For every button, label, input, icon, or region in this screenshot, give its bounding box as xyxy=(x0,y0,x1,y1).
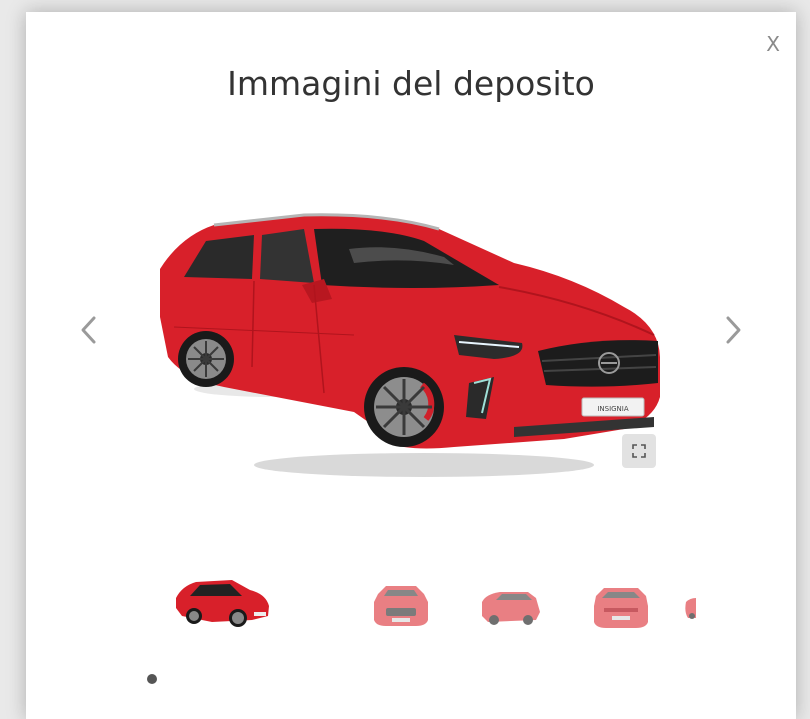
gallery-modal: X Immagini del deposito INSIGNIA xyxy=(26,12,796,719)
modal-title: Immagini del deposito xyxy=(227,64,595,103)
chevron-left-icon xyxy=(81,316,96,344)
close-button[interactable]: X xyxy=(766,34,780,54)
thumbnail-rear-view[interactable] xyxy=(586,572,656,642)
thumbnail-rear-angle-view[interactable] xyxy=(476,572,546,642)
main-car-image: INSIGNIA xyxy=(154,207,664,482)
thumbnail-front-view[interactable] xyxy=(366,572,436,642)
carousel-indicator-dot[interactable] xyxy=(147,674,157,684)
thumbnail-strip xyxy=(166,572,696,642)
license-plate: INSIGNIA xyxy=(597,405,629,413)
expand-icon xyxy=(632,444,646,458)
fullscreen-button[interactable] xyxy=(622,434,656,468)
chevron-right-icon xyxy=(726,316,741,344)
next-image-button[interactable] xyxy=(718,312,748,348)
thumbnail-interior-view[interactable] xyxy=(676,572,696,642)
thumbnail-side-view[interactable] xyxy=(172,572,272,642)
prev-image-button[interactable] xyxy=(74,312,104,348)
